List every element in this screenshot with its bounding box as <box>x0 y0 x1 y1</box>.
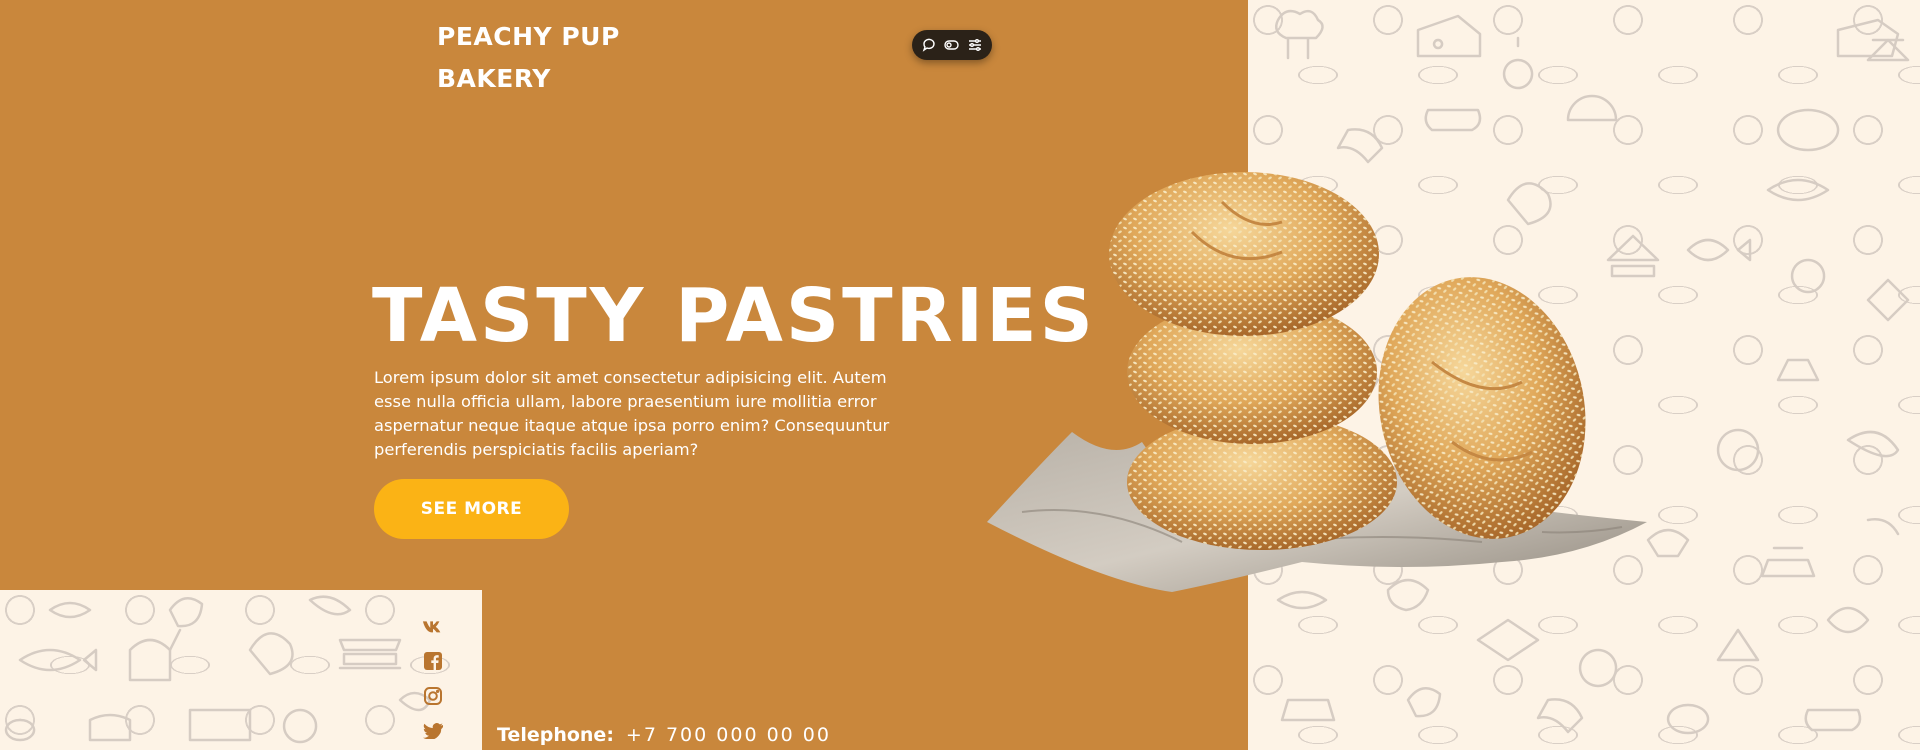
contact-phone: Telephone: +7 700 000 00 00 <box>497 724 831 746</box>
social-links <box>422 614 446 743</box>
see-more-button[interactable]: SEE MORE <box>374 479 569 539</box>
settings-sliders-icon[interactable] <box>967 37 983 53</box>
brand-line-2: BAKERY <box>437 64 551 93</box>
instagram-icon[interactable] <box>422 684 444 708</box>
facebook-icon[interactable] <box>422 649 444 673</box>
floating-toolbar <box>912 30 992 60</box>
brand-line-1: PEACHY PUP <box>437 22 620 51</box>
phone-label: Telephone: <box>497 724 614 746</box>
chat-icon[interactable] <box>921 37 937 53</box>
brand-logo[interactable]: PEACHY PUP BAKERY <box>437 16 620 100</box>
twitter-icon[interactable] <box>422 719 444 743</box>
toggle-icon[interactable] <box>944 37 960 53</box>
hero-description: Lorem ipsum dolor sit amet consectetur a… <box>374 368 890 459</box>
vk-icon[interactable] <box>422 614 444 638</box>
phone-number-link[interactable]: +7 700 000 00 00 <box>626 724 831 746</box>
sesame-buns-image <box>982 162 1652 592</box>
food-pattern-background-left <box>0 590 482 750</box>
